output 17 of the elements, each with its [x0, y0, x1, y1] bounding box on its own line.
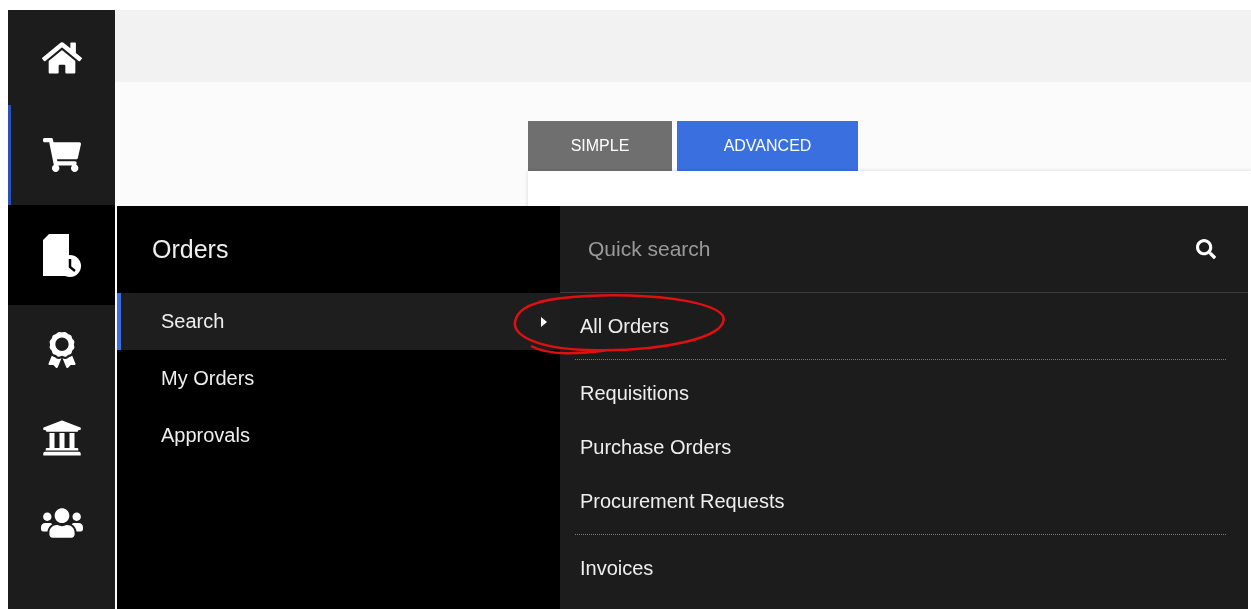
- menu-title: Orders: [151, 234, 230, 265]
- rail-item[interactable]: [8, 205, 115, 305]
- menu-item[interactable]: Approvals: [117, 407, 560, 464]
- menu-link[interactable]: Invoices: [575, 541, 1226, 595]
- cart-icon: [42, 136, 81, 174]
- tab[interactable]: ADVANCED: [677, 121, 858, 171]
- menu-link[interactable]: Purchase Orders: [575, 420, 1226, 474]
- caret-icon: [540, 315, 548, 328]
- quick-search-field[interactable]: Quick search: [586, 236, 990, 262]
- menu-link[interactable]: Procurement Requests: [575, 474, 1226, 528]
- tab[interactable]: SIMPLE: [528, 121, 672, 171]
- menu-link[interactable]: All Orders: [575, 299, 1226, 353]
- menu-item[interactable]: My Orders: [117, 350, 560, 407]
- search-icon[interactable]: [1196, 239, 1216, 259]
- menu-item[interactable]: Search: [117, 293, 560, 350]
- document-clock-icon: [40, 232, 83, 278]
- menu-link[interactable]: Requisitions: [575, 366, 1226, 420]
